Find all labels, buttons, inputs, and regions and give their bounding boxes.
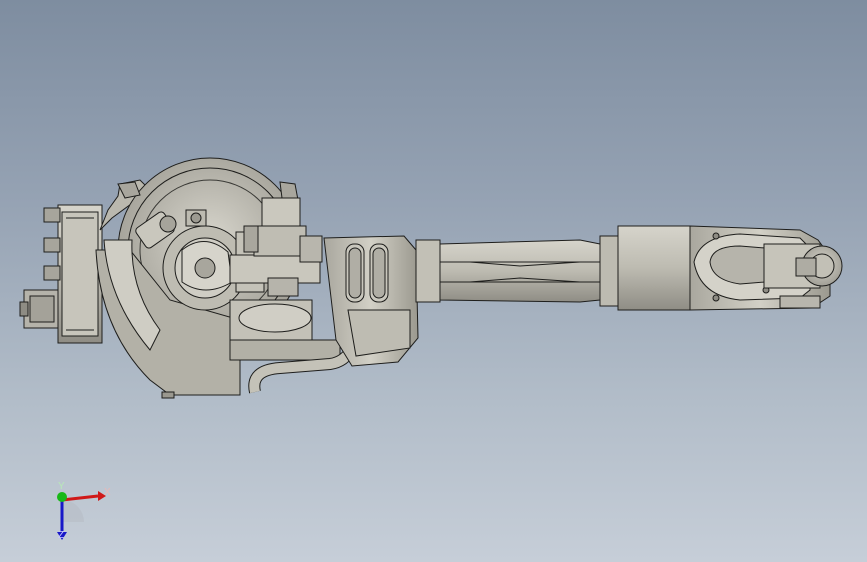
- y-axis-dot: [57, 492, 67, 502]
- forearm: [415, 235, 621, 307]
- x-axis-arrow: [61, 494, 99, 502]
- y-axis-label: Y: [58, 481, 65, 492]
- robot-arm-model[interactable]: [0, 0, 867, 562]
- graphics-viewport[interactable]: X Y Z: [0, 0, 867, 562]
- base-connector-block: [19, 204, 103, 344]
- z-axis-label: Z: [58, 530, 65, 541]
- x-axis-label: X: [104, 487, 111, 498]
